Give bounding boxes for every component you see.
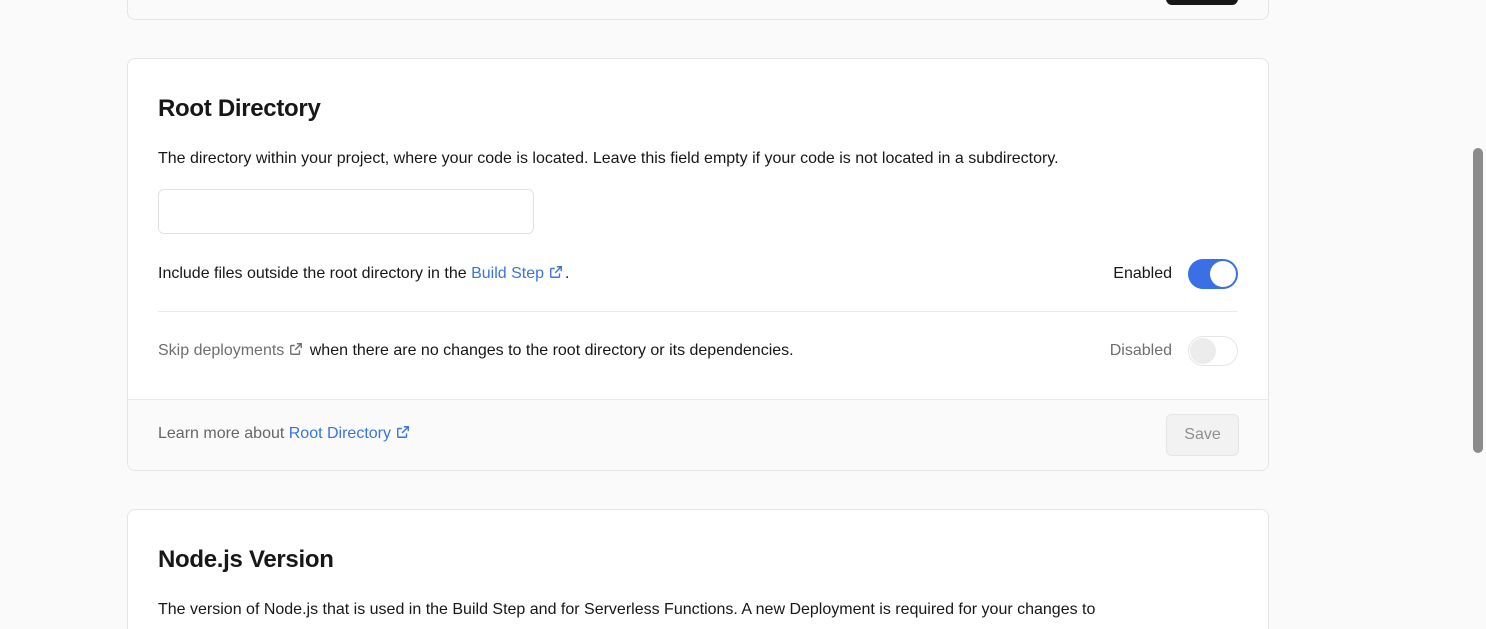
toggle-status-label: Enabled	[1113, 265, 1172, 282]
root-directory-input[interactable]	[158, 189, 534, 234]
settings-page: Root Directory The directory within your…	[0, 0, 1486, 629]
card-title: Node.js Version	[158, 546, 334, 573]
toggle-status-label: Disabled	[1109, 342, 1172, 359]
nodejs-version-card: Node.js Version The version of Node.js t…	[127, 509, 1269, 629]
card-description: The directory within your project, where…	[158, 150, 1059, 167]
previous-settings-card	[127, 0, 1269, 20]
external-link-icon	[397, 426, 409, 438]
external-link-icon	[290, 343, 303, 355]
root-directory-docs-link[interactable]: Root Directory	[289, 425, 412, 442]
divider	[158, 311, 1238, 312]
build-step-link[interactable]: Build Step	[471, 265, 565, 282]
scrollbar[interactable]	[1469, 0, 1486, 629]
card-footer: Learn more about Root Directory Save	[128, 399, 1268, 470]
toggle-knob	[1190, 338, 1216, 364]
include-files-text: Include files outside the root directory…	[158, 265, 570, 282]
card-description: The version of Node.js that is used in t…	[158, 601, 1096, 618]
scrollbar-thumb[interactable]	[1473, 148, 1483, 453]
external-link-icon	[550, 266, 562, 278]
skip-deployments-row: Skip deployments when there are no chang…	[158, 336, 1238, 366]
card-title: Root Directory	[158, 95, 321, 122]
save-button[interactable]: Save	[1166, 414, 1239, 456]
skip-deployments-link[interactable]: Skip deployments	[158, 342, 305, 359]
learn-more-text: Learn more about Root Directory	[158, 425, 412, 443]
root-directory-card: Root Directory The directory within your…	[127, 58, 1269, 471]
include-files-row: Include files outside the root directory…	[158, 259, 1238, 289]
skip-deployments-text: Skip deployments when there are no chang…	[158, 342, 794, 359]
include-files-toggle-group: Enabled	[1113, 259, 1238, 289]
include-files-toggle[interactable]	[1188, 259, 1238, 289]
skip-deployments-toggle[interactable]	[1188, 336, 1238, 366]
toggle-knob	[1210, 261, 1236, 287]
skip-deployments-toggle-group: Disabled	[1110, 336, 1238, 366]
previous-card-save-button[interactable]	[1166, 0, 1238, 5]
